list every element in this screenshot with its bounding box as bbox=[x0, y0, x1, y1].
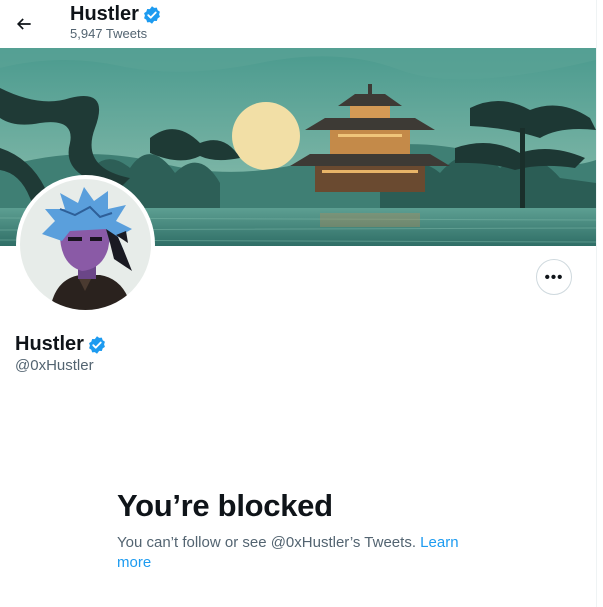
more-options-button[interactable]: ••• bbox=[536, 259, 572, 295]
header-name: Hustler bbox=[70, 3, 139, 25]
back-button[interactable] bbox=[6, 6, 42, 42]
more-horizontal-icon: ••• bbox=[544, 268, 564, 286]
verified-badge-icon bbox=[87, 335, 107, 355]
blocked-title: You’re blocked bbox=[117, 488, 333, 523]
profile-handle: @0xHustler bbox=[15, 357, 94, 374]
header-title: Hustler bbox=[70, 3, 162, 26]
profile-avatar[interactable] bbox=[16, 175, 155, 314]
avatar-image bbox=[20, 179, 151, 310]
arrow-left-icon bbox=[14, 14, 34, 34]
verified-badge-icon bbox=[142, 5, 162, 25]
profile-name: Hustler bbox=[15, 333, 84, 355]
blocked-message: You can’t follow or see @0xHustler’s Twe… bbox=[117, 534, 416, 551]
blocked-message-block: You can’t follow or see @0xHustler’s Twe… bbox=[117, 533, 477, 573]
tweet-count: 5,947 Tweets bbox=[70, 26, 148, 41]
profile-name-row: Hustler bbox=[15, 333, 107, 356]
profile-header: Hustler 5,947 Tweets bbox=[0, 0, 596, 48]
column-divider bbox=[596, 0, 597, 607]
